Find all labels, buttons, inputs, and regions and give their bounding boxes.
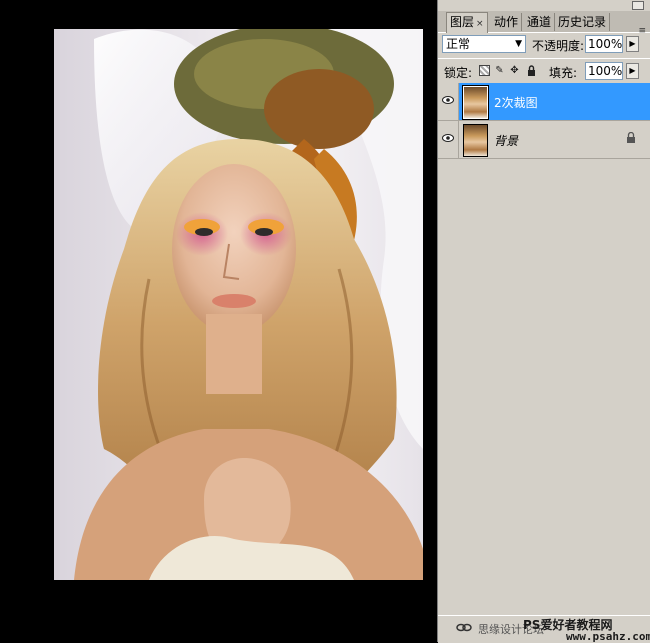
tab-channels-label: 通道 (527, 15, 552, 29)
lock-transparent-icon[interactable] (479, 65, 490, 76)
site-url-watermark: www.psahz.com (566, 630, 650, 643)
opacity-value: 100% (588, 37, 623, 51)
opacity-slider-button[interactable]: ▶ (626, 36, 639, 52)
tab-history-label: 历史记录 (558, 15, 607, 29)
lock-row: 锁定: ✎ ✥ 填充: 100% ▶ (438, 58, 650, 84)
fill-slider-button[interactable]: ▶ (626, 63, 639, 79)
portrait-illustration (74, 29, 423, 580)
lock-move-icon[interactable]: ✥ (509, 65, 520, 76)
lock-all-icon[interactable] (526, 65, 537, 76)
eye-icon (442, 134, 454, 142)
tab-channels[interactable]: 通道 (524, 13, 556, 31)
blend-mode-select[interactable]: 正常 ▼ (442, 35, 526, 53)
fill-value: 100% (588, 64, 623, 78)
chevron-right-icon: ▶ (629, 39, 636, 48)
panel-tab-bar: 图层 × 动作 通道 历史记录 ≡ (438, 11, 650, 36)
layer-list: 2次裁图 背景 (438, 83, 650, 615)
tab-actions[interactable]: 动作 (491, 13, 523, 31)
panel-minimize-button[interactable] (632, 1, 644, 10)
layers-panel: 图层 × 动作 通道 历史记录 ≡ 正常 ▼ 不透明度: 100% ▶ 锁定: ✎… (437, 0, 650, 643)
portrait-photo[interactable] (54, 29, 423, 580)
layer-row[interactable]: 2次裁图 (438, 83, 650, 121)
document-canvas[interactable] (0, 0, 437, 642)
fill-label: 填充: (549, 66, 578, 80)
layer-name[interactable]: 2次裁图 (494, 94, 538, 111)
blend-row: 正常 ▼ 不透明度: 100% ▶ (438, 33, 650, 57)
link-layers-icon[interactable] (456, 623, 472, 632)
tab-history[interactable]: 历史记录 (555, 13, 611, 31)
visibility-toggle[interactable] (438, 121, 459, 158)
visibility-toggle[interactable] (438, 83, 459, 120)
layer-thumbnail (463, 124, 488, 157)
panel-bottom-bar: 思缘设计论坛 PS爱好者教程网 www.psahz.com (438, 615, 650, 643)
chevron-down-icon: ▼ (515, 39, 522, 49)
lock-label: 锁定: (444, 66, 473, 80)
chevron-right-icon: ▶ (629, 66, 636, 75)
opacity-input[interactable]: 100% (585, 35, 623, 53)
lock-icon (627, 132, 635, 143)
blend-mode-value: 正常 (446, 37, 471, 51)
layer-thumbnail (462, 85, 489, 120)
tab-layers-label: 图层 (450, 15, 475, 29)
tab-actions-label: 动作 (494, 15, 519, 29)
close-icon[interactable]: × (476, 19, 484, 29)
lock-brush-icon[interactable]: ✎ (494, 65, 505, 76)
layer-row[interactable]: 背景 (438, 121, 650, 159)
eye-icon (442, 96, 454, 104)
opacity-label: 不透明度: (532, 39, 585, 53)
tab-layers[interactable]: 图层 × (446, 12, 488, 33)
layer-name[interactable]: 背景 (494, 132, 518, 149)
fill-input[interactable]: 100% (585, 62, 623, 80)
